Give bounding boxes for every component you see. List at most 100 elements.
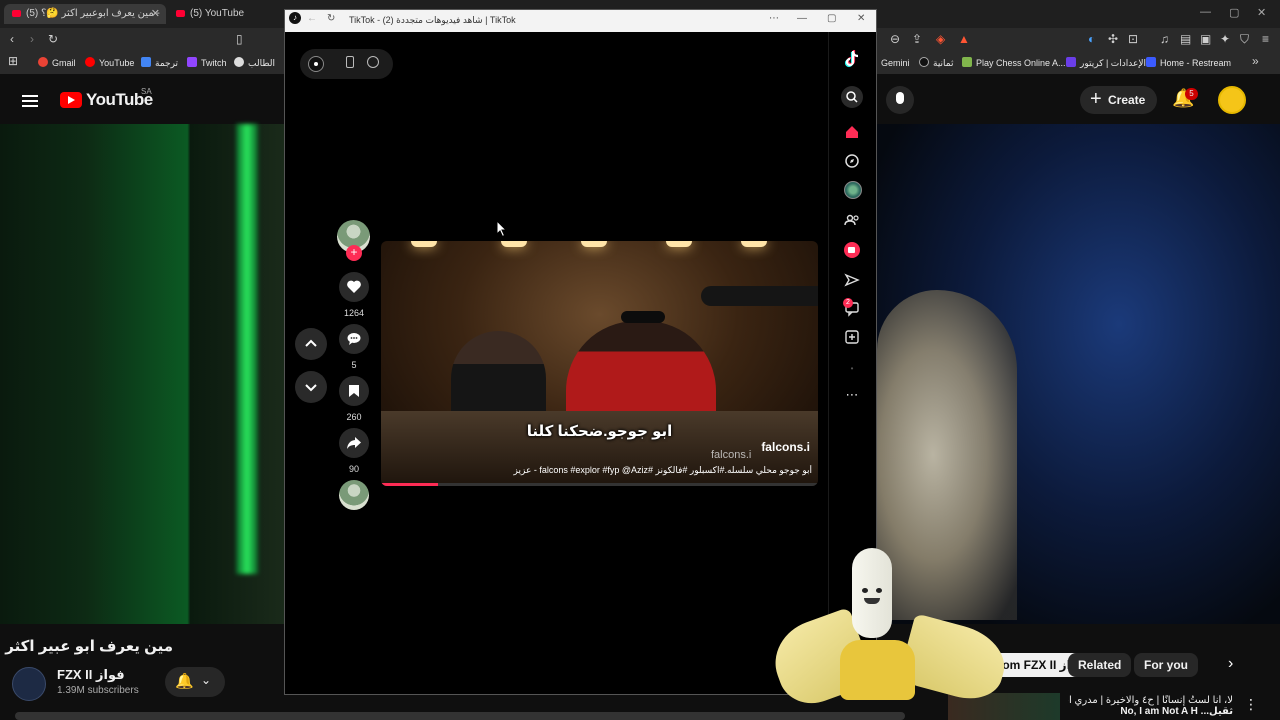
friends-icon[interactable] <box>841 209 863 231</box>
zoom-icon[interactable]: ⊖ <box>890 32 900 46</box>
chess-icon <box>962 57 972 67</box>
close-window-icon[interactable]: ✕ <box>1257 6 1266 19</box>
chip-for-you[interactable]: For you <box>1134 653 1198 677</box>
apps-grid-icon[interactable]: ⊞ <box>8 54 18 68</box>
recommended-title[interactable]: لا، أنا لستُ إنسانًا | ح٤ والاخيرة | مدر… <box>1068 695 1233 717</box>
youtube-logo-icon[interactable] <box>60 92 82 108</box>
translate-icon[interactable]: ◐ <box>1088 32 1095 46</box>
share-icon[interactable]: ⇪ <box>912 32 922 46</box>
minimize-icon[interactable]: — <box>797 13 807 24</box>
bookmark-student[interactable]: الطالب <box>234 56 275 70</box>
bell-icon: 🔔 <box>175 673 194 690</box>
tab-youtube[interactable]: (5) YouTube <box>168 4 278 24</box>
messages-icon[interactable] <box>841 269 863 291</box>
channel-name[interactable]: FZX II فواز <box>57 667 125 683</box>
create-button[interactable]: Create <box>1080 85 1157 114</box>
like-button[interactable] <box>339 272 369 302</box>
bookmark-label: Play Chess Online A... <box>976 58 1066 68</box>
bookmark-gmail[interactable]: Gmail <box>38 56 76 70</box>
voice-search-icon[interactable] <box>886 86 914 114</box>
video-description: أبو جوجو محلي سلسله.#اكسبلور #فالكونز #f… <box>513 465 812 475</box>
reload-icon[interactable]: ↻ <box>48 32 58 46</box>
wallet-icon[interactable]: ▣ <box>1200 32 1211 46</box>
maximize-icon[interactable]: ▢ <box>827 13 836 24</box>
youtube-progress-bar[interactable] <box>15 712 905 720</box>
comment-button[interactable] <box>339 324 369 354</box>
bookmark-youtube[interactable]: YouTube <box>85 56 134 70</box>
chip-related[interactable]: Related <box>1068 653 1132 677</box>
ai-icon[interactable]: ✦ <box>1220 32 1230 46</box>
bookmark-creator-settings[interactable]: الإعدادات | كريتور <box>1066 56 1146 70</box>
save-button[interactable] <box>339 376 369 406</box>
video-progress-bar[interactable] <box>381 483 818 486</box>
bookmark-label: ترجمة <box>155 58 179 68</box>
bookmark-restream[interactable]: Home - Restream <box>1146 56 1231 70</box>
menu-icon[interactable]: ≡ <box>1262 32 1269 46</box>
bookmark-gemini[interactable]: Gemini <box>881 56 910 70</box>
music-disc-avatar[interactable] <box>339 480 369 510</box>
media-icon[interactable]: ♫ <box>1160 32 1169 46</box>
screenshot-icon[interactable]: ⊡ <box>1128 32 1138 46</box>
tiktok-window-title: TikTok - (2) شاهد فيديوهات متجددة | TikT… <box>349 15 516 25</box>
device-icon[interactable] <box>346 56 354 68</box>
follow-plus-icon[interactable]: + <box>346 245 362 261</box>
bookmark-label: Gemini <box>881 58 910 68</box>
chevron-right-icon[interactable]: › <box>1228 655 1233 673</box>
close-icon[interactable]: ✕ <box>857 13 865 24</box>
tab-active-video[interactable]: (5) مين يعرف ابوعبير اكثر 🤔؟ - ✕ <box>4 4 166 24</box>
maximize-window-icon[interactable]: ▢ <box>1229 6 1239 19</box>
bookmark-label: الطالب <box>248 58 275 68</box>
minimize-window-icon[interactable]: — <box>1200 6 1211 18</box>
tiktok-logo-icon[interactable] <box>841 48 863 70</box>
following-avatar-icon[interactable] <box>844 181 862 199</box>
search-icon[interactable] <box>841 86 863 108</box>
video-author[interactable]: falcons.i <box>761 440 810 454</box>
vpn-icon[interactable]: ⛉ <box>1240 32 1249 47</box>
bookmark-icon[interactable]: ▯ <box>236 32 243 46</box>
bookmark-chess[interactable]: Play Chess Online A... <box>962 56 1066 70</box>
home-icon[interactable] <box>841 121 863 143</box>
comment-count: 5 <box>351 360 357 370</box>
tiktok-controls-pill[interactable] <box>300 49 393 79</box>
upload-icon[interactable] <box>841 326 863 348</box>
account-avatar[interactable] <box>1218 86 1246 114</box>
compass-icon[interactable] <box>367 56 379 68</box>
banana-body <box>840 640 915 700</box>
previous-video-button[interactable] <box>295 328 327 360</box>
forward-icon[interactable]: › <box>30 32 34 46</box>
rewards-icon[interactable]: ▲ <box>958 32 970 46</box>
video-title: مين يعرف ابو عبير اكثر 🤔؟ <box>0 638 173 655</box>
hamburger-menu-icon[interactable] <box>22 92 38 110</box>
more-icon[interactable]: ⋯ <box>841 384 863 406</box>
gmail-icon <box>38 57 48 67</box>
heart-icon <box>347 280 361 293</box>
tiktok-video-player[interactable]: ابو جوجو.ضحكنا كلنا falcons.i falcons.i … <box>381 241 818 486</box>
like-count: 1264 <box>343 308 365 318</box>
more-options-icon[interactable]: ⋮ <box>1244 696 1258 713</box>
sidebar-divider <box>828 32 829 694</box>
share-count: 90 <box>348 464 359 474</box>
sidebar-icon[interactable]: ▤ <box>1180 32 1191 46</box>
brave-shield-icon[interactable]: ◈ <box>936 32 945 46</box>
share-button[interactable] <box>339 428 369 458</box>
subscribed-notifications-button[interactable]: 🔔 ⌄ <box>165 667 225 697</box>
live-toggle-icon[interactable] <box>308 56 324 72</box>
live-icon[interactable] <box>841 239 863 261</box>
back-arrow-icon[interactable]: ← <box>307 13 317 24</box>
more-options-icon[interactable]: ⋯ <box>769 13 779 24</box>
bookmark-thmanyah[interactable]: ثمانية <box>919 56 954 70</box>
extensions-icon[interactable]: ✣ <box>1108 32 1118 46</box>
reload-icon[interactable]: ↻ <box>327 13 335 24</box>
video-watermark: falcons.i <box>711 449 752 461</box>
tab-label: (5) مين يعرف ابوعبير اكثر 🤔؟ - <box>26 8 160 19</box>
channel-avatar[interactable] <box>12 667 46 701</box>
close-tab-icon[interactable]: ✕ <box>151 4 160 24</box>
bookmark-twitch[interactable]: Twitch <box>187 56 227 70</box>
back-icon[interactable]: ‹ <box>10 32 14 46</box>
next-video-button[interactable] <box>295 371 327 403</box>
explore-compass-icon[interactable] <box>841 150 863 172</box>
notification-count-badge: 5 <box>1185 88 1198 100</box>
more-bookmarks-icon[interactable]: » <box>1252 54 1259 68</box>
inbox-badge: 2 <box>843 298 853 308</box>
bookmark-translate[interactable]: ترجمة <box>141 56 178 70</box>
